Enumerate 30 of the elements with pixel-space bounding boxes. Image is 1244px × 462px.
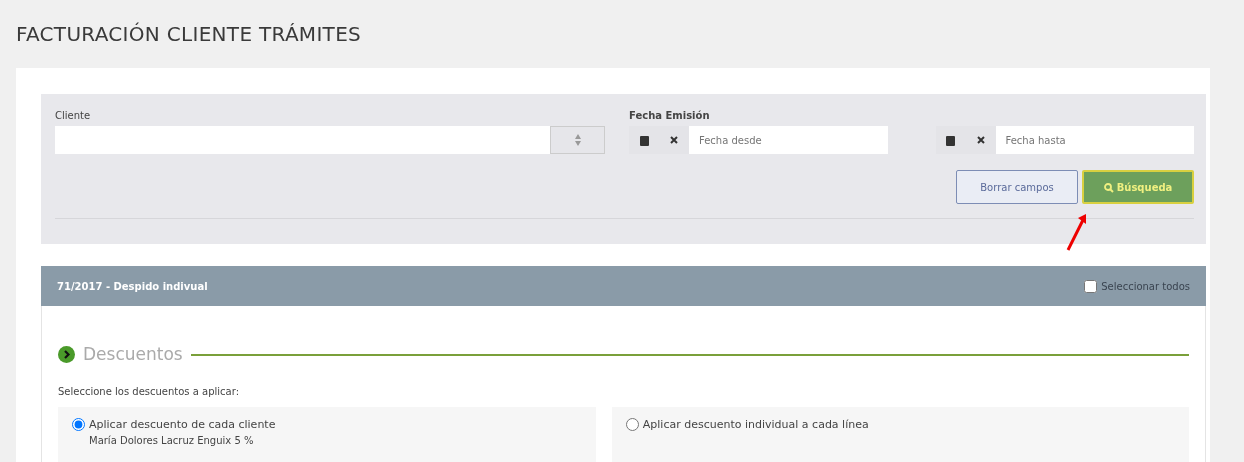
date-field[interactable]: Fecha hasta — [995, 126, 1194, 154]
prompt-text: Seleccione los descuentos a aplicar: — [58, 384, 240, 399]
close-icon — [976, 136, 985, 144]
search-icon — [1103, 182, 1114, 193]
select-all-checkbox[interactable] — [1084, 279, 1098, 293]
radio-label: Aplicar descuento de cada cliente — [89, 416, 276, 433]
calendar-button[interactable] — [935, 126, 966, 154]
date-field[interactable]: Fecha desde — [689, 126, 888, 154]
field-label: Fecha Emisión — [629, 109, 711, 122]
clear-date-button[interactable] — [659, 126, 689, 154]
client-field[interactable] — [55, 126, 550, 154]
field-label: Cliente — [55, 109, 92, 122]
panel-title: 71/2017 - Despido indivual — [57, 279, 208, 294]
annotation-arrow — [1066, 214, 1088, 252]
search-button[interactable]: Búsqueda — [1082, 170, 1194, 204]
clear-fields-button[interactable]: Borrar campos — [956, 170, 1078, 204]
option-detail: María Dolores Lacruz Enguix 5 % — [88, 434, 255, 448]
checkbox-label: Seleccionar todos — [1101, 279, 1190, 294]
calendar-icon — [946, 134, 955, 146]
page-title: FACTURACIÓN CLIENTE TRÁMITES — [15, 21, 363, 48]
calendar-icon — [639, 134, 649, 146]
chevron-circle-icon — [58, 346, 75, 364]
radio-label: Aplicar descuento individual a cada línea — [642, 416, 869, 433]
section-heading: Descuentos — [83, 343, 183, 366]
close-icon — [670, 136, 678, 144]
radio-button[interactable] — [72, 418, 85, 432]
calendar-button[interactable] — [629, 126, 659, 154]
radio-button[interactable] — [625, 418, 639, 432]
clear-date-button[interactable] — [965, 126, 996, 154]
sort-icon — [574, 134, 581, 146]
